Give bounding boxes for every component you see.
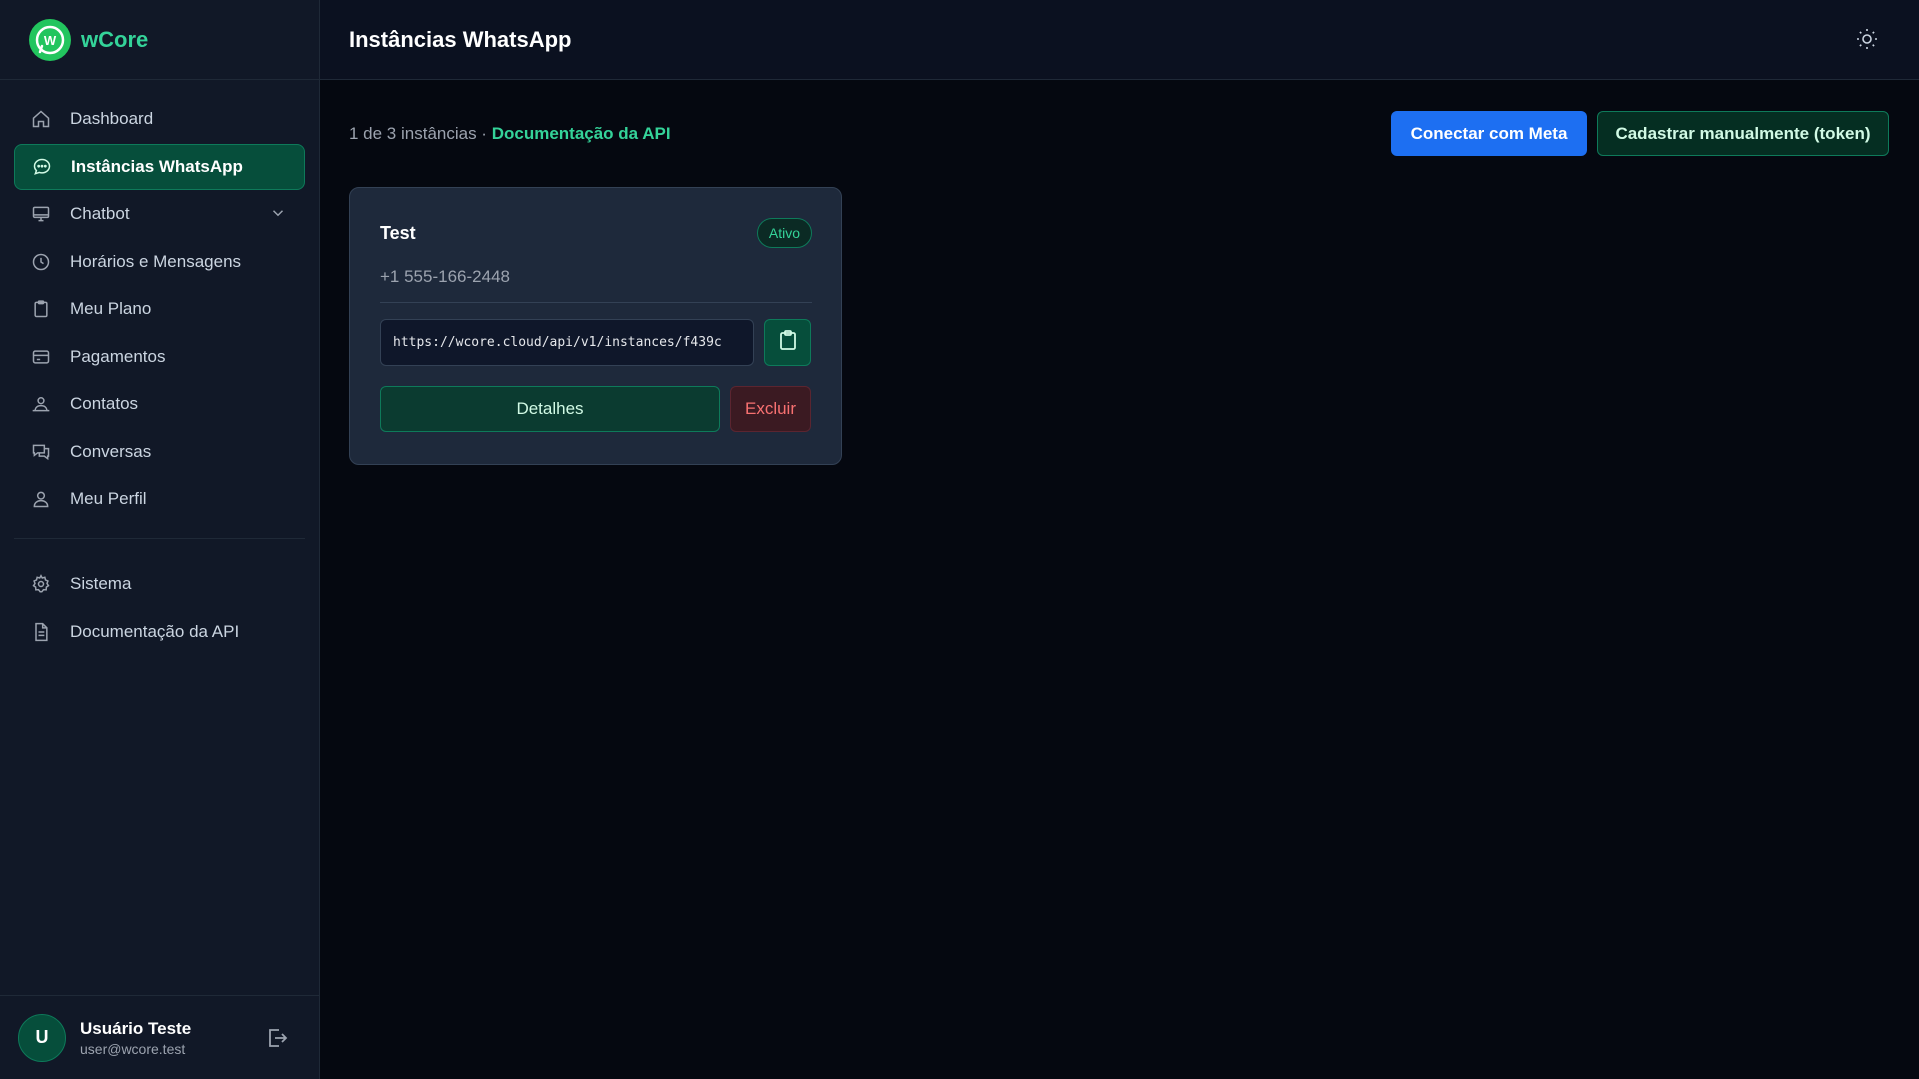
monitor-icon bbox=[30, 203, 52, 225]
sidebar-item-contatos[interactable]: Contatos bbox=[14, 381, 305, 427]
sidebar-item-meu-plano[interactable]: Meu Plano bbox=[14, 286, 305, 332]
brand-name: wCore bbox=[81, 26, 149, 52]
sidebar: W wCore Dashboard Instâncias WhatsApp Ch… bbox=[0, 0, 320, 1079]
instances-count: 1 de 3 instâncias · bbox=[349, 124, 492, 143]
clock-icon bbox=[30, 251, 52, 273]
svg-text:W: W bbox=[44, 33, 57, 48]
chat-bubble-icon bbox=[31, 156, 53, 178]
main-content: Instâncias WhatsApp 1 de 3 instâncias · … bbox=[320, 0, 1919, 1079]
chevron-down-icon[interactable] bbox=[269, 204, 287, 227]
avatar[interactable]: U bbox=[18, 1013, 66, 1062]
delete-button[interactable]: Excluir bbox=[730, 386, 811, 432]
sidebar-item-conversas[interactable]: Conversas bbox=[14, 429, 305, 475]
status-badge: Ativo bbox=[756, 218, 812, 248]
user-profile: U Usuário Teste user@wcore.test bbox=[0, 995, 319, 1079]
sidebar-item-label: Documentação da API bbox=[70, 621, 240, 641]
sidebar-item-sistema[interactable]: Sistema bbox=[14, 561, 305, 607]
manual-register-button[interactable]: Cadastrar manualmente (token) bbox=[1597, 111, 1889, 156]
clipboard-icon bbox=[30, 298, 52, 320]
sidebar-item-label: Sistema bbox=[70, 574, 132, 593]
sidebar-item-label: Horários e Mensagens bbox=[70, 251, 242, 271]
sidebar-item-label: Instâncias WhatsApp bbox=[71, 156, 243, 176]
sidebar-item-pagamentos[interactable]: Pagamentos bbox=[14, 334, 305, 380]
user-icon bbox=[30, 488, 52, 510]
sidebar-item-label: Conversas bbox=[70, 441, 152, 461]
credit-card-icon bbox=[30, 346, 52, 368]
connect-meta-button[interactable]: Conectar com Meta bbox=[1391, 111, 1587, 156]
instance-card: Test Ativo +1 555-166-2448 Detalhes Excl… bbox=[349, 187, 842, 465]
sidebar-item-dashboard[interactable]: Dashboard bbox=[14, 96, 305, 142]
app-root: W wCore Dashboard Instâncias WhatsApp Ch… bbox=[0, 0, 1919, 1079]
details-button[interactable]: Detalhes bbox=[380, 386, 720, 432]
user-email: user@wcore.test bbox=[80, 1040, 186, 1057]
sidebar-divider bbox=[14, 538, 305, 539]
gear-icon bbox=[30, 573, 52, 595]
sidebar-item-horarios-mensagens[interactable]: Horários e Mensagens bbox=[14, 239, 305, 285]
card-divider bbox=[380, 302, 812, 303]
sidebar-item-label: Meu Perfil bbox=[70, 489, 147, 508]
page-title: Instâncias WhatsApp bbox=[349, 26, 572, 52]
sun-icon[interactable] bbox=[1855, 27, 1879, 56]
sidebar-item-label: Chatbot bbox=[70, 204, 130, 223]
contacts-icon bbox=[30, 393, 52, 415]
document-icon bbox=[30, 621, 52, 643]
instance-url-field[interactable] bbox=[380, 319, 754, 366]
user-name: Usuário Teste bbox=[80, 1018, 192, 1038]
instances-summary: 1 de 3 instâncias · Documentação da API bbox=[349, 124, 671, 144]
sidebar-item-label: Meu Plano bbox=[70, 299, 152, 318]
sidebar-item-instancias-whatsapp[interactable]: Instâncias WhatsApp bbox=[14, 143, 305, 190]
user-info: Usuário Teste user@wcore.test bbox=[80, 1019, 191, 1057]
sidebar-item-label: Pagamentos bbox=[70, 346, 166, 366]
api-docs-link[interactable]: Documentação da API bbox=[492, 124, 671, 143]
instance-phone: +1 555-166-2448 bbox=[380, 267, 510, 286]
topbar: Instâncias WhatsApp bbox=[320, 0, 1919, 80]
clipboard-icon bbox=[778, 329, 798, 356]
sidebar-nav: Dashboard Instâncias WhatsApp Chatbot Ho… bbox=[0, 80, 319, 656]
sidebar-item-documentacao-api[interactable]: Documentação da API bbox=[14, 609, 305, 655]
copy-url-button[interactable] bbox=[764, 319, 811, 366]
logout-icon[interactable] bbox=[265, 1026, 289, 1055]
sidebar-item-label: Contatos bbox=[70, 394, 139, 413]
home-icon bbox=[30, 108, 52, 130]
sidebar-item-label: Dashboard bbox=[70, 109, 154, 128]
conversations-icon bbox=[30, 441, 52, 463]
sidebar-item-chatbot[interactable]: Chatbot bbox=[14, 191, 305, 237]
brand[interactable]: W wCore bbox=[0, 0, 319, 80]
sidebar-item-meu-perfil[interactable]: Meu Perfil bbox=[14, 476, 305, 522]
whatsapp-logo-icon: W bbox=[29, 18, 71, 61]
instance-name: Test bbox=[380, 223, 416, 243]
